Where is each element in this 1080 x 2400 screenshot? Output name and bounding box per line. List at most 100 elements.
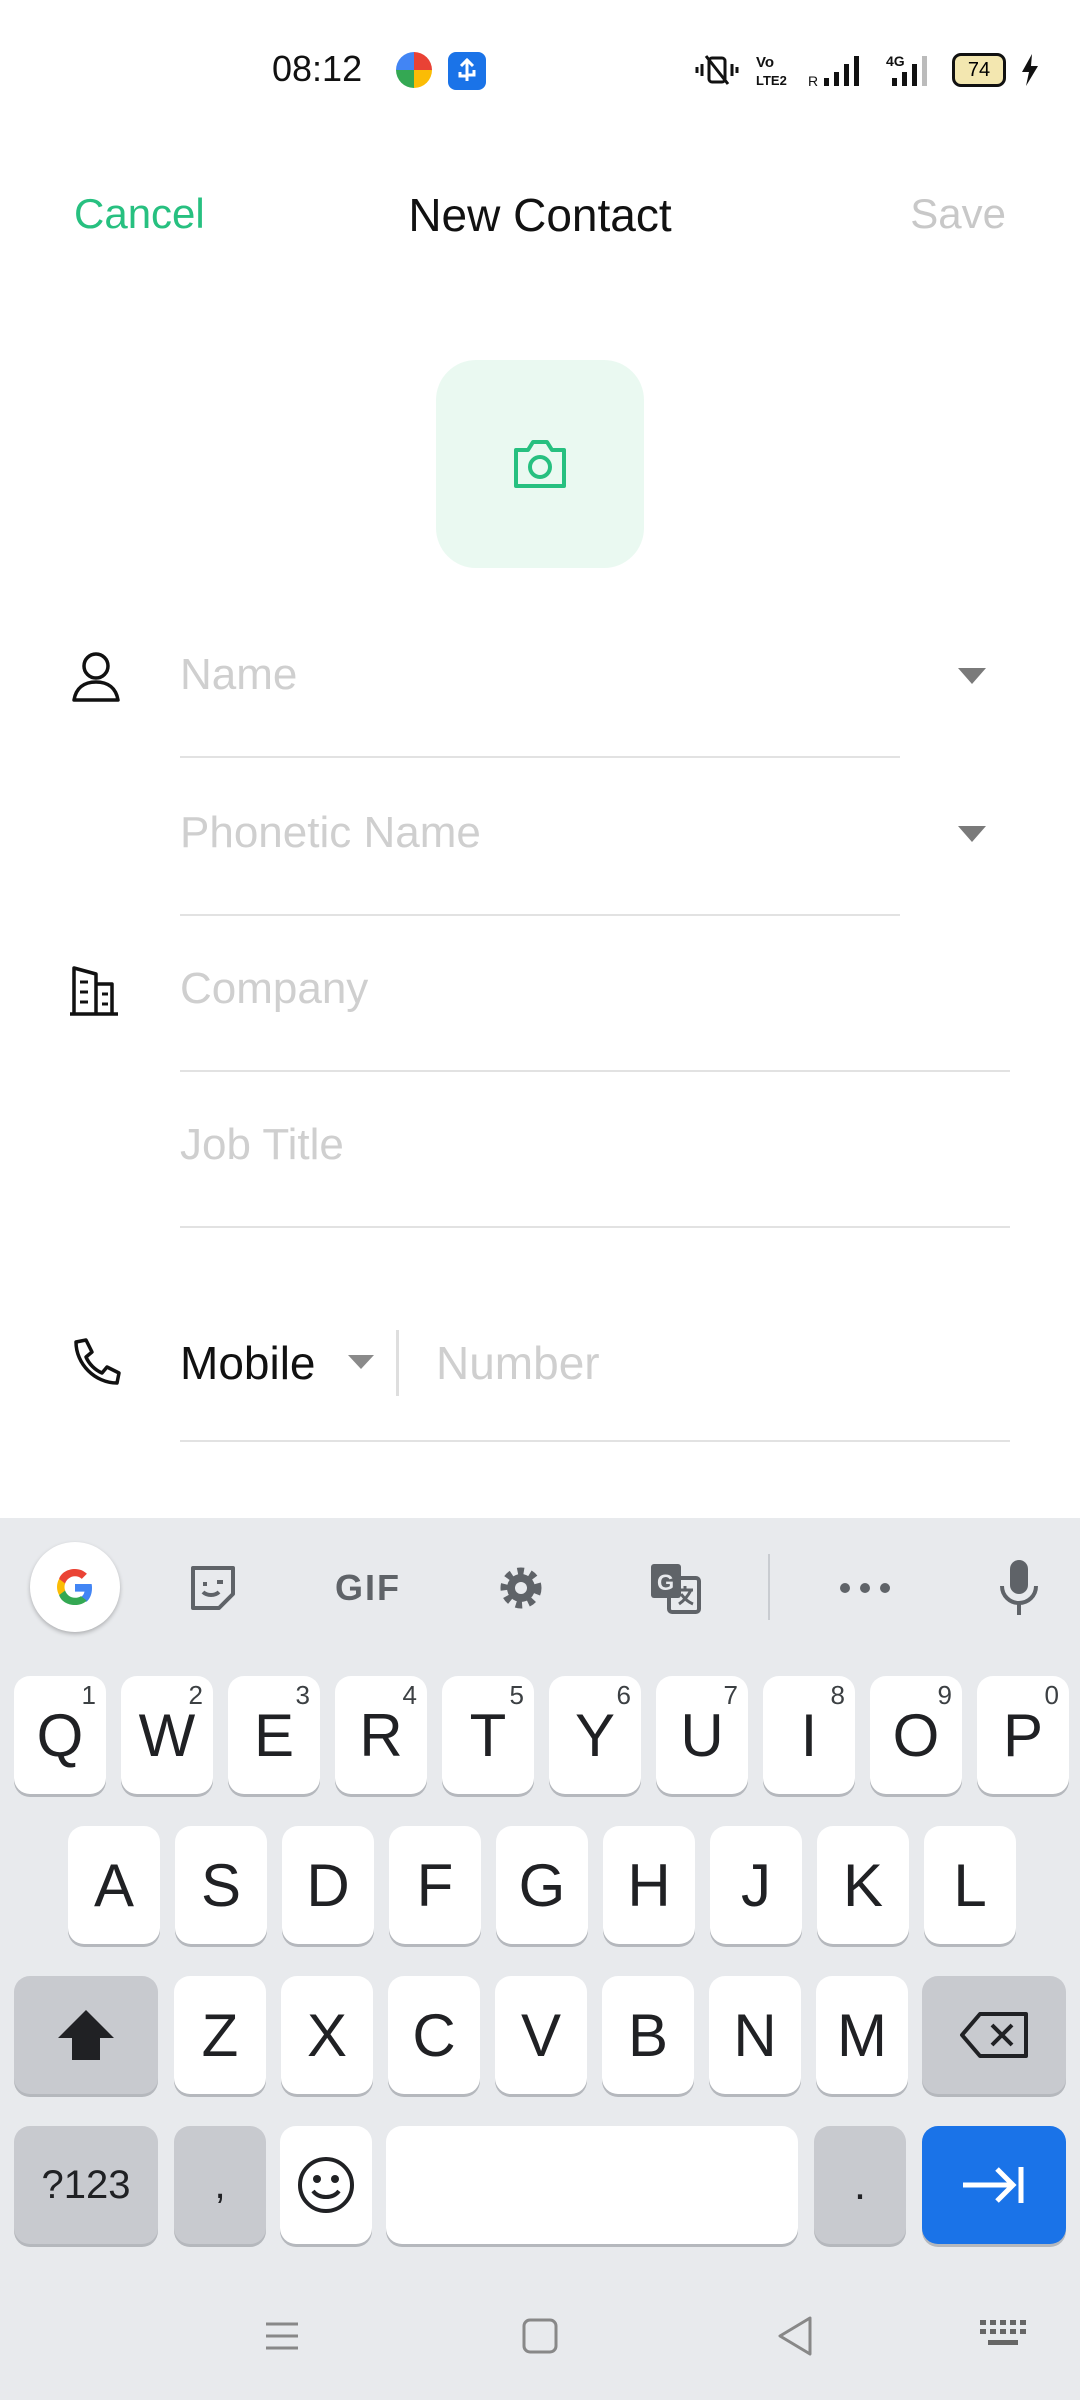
phonetic-expand-icon[interactable] xyxy=(958,826,986,842)
name-expand-icon[interactable] xyxy=(958,668,986,684)
phonetic-name-field[interactable]: Phonetic Name xyxy=(180,758,900,916)
status-time: 08:12 xyxy=(272,48,363,89)
key-m[interactable]: M xyxy=(816,1976,908,2094)
key-label: A xyxy=(93,1851,135,1919)
add-photo-button[interactable] xyxy=(436,360,644,568)
phonetic-name-input[interactable]: Phonetic Name xyxy=(180,808,481,858)
key-label: G xyxy=(518,1851,566,1919)
more-button[interactable] xyxy=(830,1558,900,1618)
key-o[interactable]: O9 xyxy=(870,1676,962,1794)
key-j[interactable]: J xyxy=(710,1826,802,1944)
key-s[interactable]: S xyxy=(175,1826,267,1944)
name-input[interactable]: Name xyxy=(180,650,297,700)
key-label: O xyxy=(892,1701,940,1769)
key-z[interactable]: Z xyxy=(174,1976,266,2094)
signal-strength-icon: R xyxy=(808,56,859,88)
emoji-key[interactable] xyxy=(280,2126,372,2244)
status-bar: 08:12 Vo LTE2 R 4G 74 xyxy=(0,0,1080,140)
keyboard-switch-icon[interactable] xyxy=(978,2316,1028,2352)
keyboard: GIF G ?123 , . Q 1 W 2 E 3 R 4 T 5 Y 6 U… xyxy=(0,1518,1080,2400)
key-label: R xyxy=(359,1701,403,1769)
gif-button[interactable]: GIF xyxy=(318,1558,418,1618)
key-number-hint: 2 xyxy=(188,1680,203,1710)
key-l[interactable]: L xyxy=(924,1826,1016,1944)
symbols-key[interactable]: ?123 xyxy=(14,2126,158,2244)
gear-icon xyxy=(500,1567,542,1609)
settings-button[interactable] xyxy=(486,1558,556,1618)
next-field-icon xyxy=(963,2167,1024,2203)
key-u[interactable]: U7 xyxy=(656,1676,748,1794)
phone-type-dropdown-icon[interactable] xyxy=(348,1355,374,1369)
next-key[interactable] xyxy=(922,2126,1066,2244)
usb-icon xyxy=(448,52,486,90)
key-label: C xyxy=(412,2001,456,2069)
sticker-button[interactable] xyxy=(178,1558,248,1618)
key-label: T xyxy=(469,1701,507,1769)
space-key[interactable] xyxy=(386,2126,798,2244)
phone-divider xyxy=(396,1330,399,1396)
phone-underline xyxy=(180,1440,1010,1442)
key-n[interactable]: N xyxy=(709,1976,801,2094)
key-i[interactable]: I8 xyxy=(763,1676,855,1794)
translate-button[interactable]: G xyxy=(640,1558,710,1618)
key-c[interactable]: C xyxy=(388,1976,480,2094)
key-r[interactable]: R4 xyxy=(335,1676,427,1794)
key-label: K xyxy=(842,1851,884,1919)
key-a[interactable]: A xyxy=(68,1826,160,1944)
key-p[interactable]: P0 xyxy=(977,1676,1069,1794)
camera-icon xyxy=(514,440,566,488)
4g-signal-icon: 4G xyxy=(886,53,927,86)
key-h[interactable]: H xyxy=(603,1826,695,1944)
key-d[interactable]: D xyxy=(282,1826,374,1944)
phone-type-selector[interactable]: Mobile xyxy=(180,1336,316,1390)
home-icon[interactable] xyxy=(520,2316,560,2356)
key-label: M xyxy=(837,2001,887,2069)
key-number-hint: 8 xyxy=(830,1680,845,1710)
key-label: P xyxy=(1002,1701,1044,1769)
emoji-icon xyxy=(298,2157,354,2213)
comma-key[interactable]: , xyxy=(174,2126,266,2244)
toolbar-divider xyxy=(768,1554,770,1620)
more-icon xyxy=(840,1583,890,1593)
back-icon[interactable] xyxy=(774,2314,818,2358)
key-k[interactable]: K xyxy=(817,1826,909,1944)
period-key[interactable]: . xyxy=(814,2126,906,2244)
key-f[interactable]: F xyxy=(389,1826,481,1944)
job-title-field[interactable]: Job Title xyxy=(180,1070,1010,1228)
key-g[interactable]: G xyxy=(496,1826,588,1944)
job-title-input[interactable]: Job Title xyxy=(180,1120,344,1170)
key-t[interactable]: T5 xyxy=(442,1676,534,1794)
sticker-icon xyxy=(191,1566,235,1610)
app-header: Cancel New Contact Save xyxy=(0,180,1080,250)
key-e[interactable]: E3 xyxy=(228,1676,320,1794)
system-navigation-bar xyxy=(0,2278,1080,2400)
company-field[interactable]: Company xyxy=(180,914,1010,1072)
key-b[interactable]: B xyxy=(602,1976,694,2094)
key-label: N xyxy=(733,2001,777,2069)
key-label: I xyxy=(800,1701,818,1769)
key-x[interactable]: X xyxy=(281,1976,373,2094)
voice-input-button[interactable] xyxy=(984,1558,1054,1618)
key-label: E xyxy=(253,1701,295,1769)
name-field[interactable]: Name xyxy=(180,600,900,758)
svg-text:LTE2: LTE2 xyxy=(756,73,787,88)
shift-key[interactable] xyxy=(14,1976,158,2094)
app-notification-icon xyxy=(396,52,432,88)
company-input[interactable]: Company xyxy=(180,964,368,1014)
backspace-key[interactable] xyxy=(922,1976,1066,2094)
building-icon xyxy=(70,966,118,1016)
key-w[interactable]: W2 xyxy=(121,1676,213,1794)
google-button[interactable] xyxy=(30,1542,120,1632)
key-y[interactable]: Y6 xyxy=(549,1676,641,1794)
recent-apps-icon[interactable] xyxy=(262,2316,302,2356)
key-q[interactable]: Q1 xyxy=(14,1676,106,1794)
key-number-hint: 9 xyxy=(937,1680,952,1710)
key-v[interactable]: V xyxy=(495,1976,587,2094)
save-button[interactable]: Save xyxy=(910,190,1006,238)
backspace-icon xyxy=(960,2012,1028,2058)
phone-number-input[interactable]: Number xyxy=(436,1336,600,1390)
key-label: Y xyxy=(574,1701,616,1769)
key-label: J xyxy=(741,1851,771,1919)
google-icon xyxy=(57,1569,92,1605)
phone-icon xyxy=(74,1338,121,1385)
